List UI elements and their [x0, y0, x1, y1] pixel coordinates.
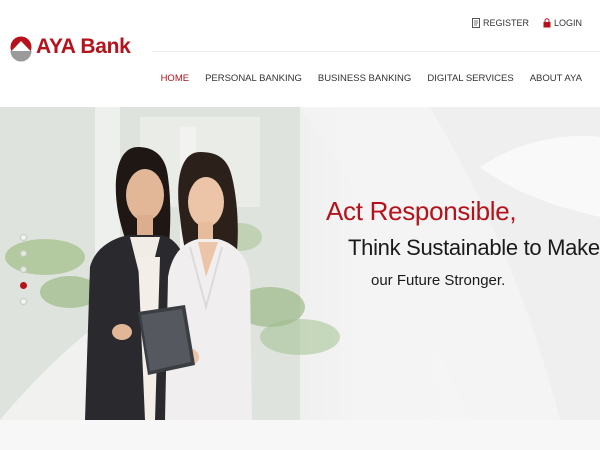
- aya-logo-icon: [10, 36, 32, 62]
- register-link[interactable]: REGISTER: [471, 18, 529, 28]
- tablet-device: [138, 305, 195, 375]
- below-hero-strip: [0, 420, 600, 450]
- site-header: AYA Bank REGISTER LOGIN HOME PERSONAL BA…: [0, 0, 600, 107]
- register-icon: [471, 18, 480, 28]
- brand-name: AYA Bank: [36, 35, 131, 58]
- main-nav: HOME PERSONAL BANKING BUSINESS BANKING D…: [161, 73, 582, 84]
- hero-headline-1: Act Responsible,: [326, 196, 517, 226]
- hero-headline-3: our Future Stronger.: [371, 272, 506, 289]
- header-divider: [152, 51, 600, 52]
- utility-links: REGISTER LOGIN: [471, 18, 582, 28]
- nav-home[interactable]: HOME: [161, 73, 190, 84]
- slide-indicators: [20, 234, 27, 305]
- nav-digital-services[interactable]: DIGITAL SERVICES: [427, 73, 513, 84]
- slide-dot-3[interactable]: [20, 266, 27, 273]
- nav-about-aya[interactable]: ABOUT AYA: [530, 73, 582, 84]
- login-label: LOGIN: [553, 18, 582, 28]
- brand-logo[interactable]: AYA Bank: [10, 30, 131, 64]
- hero-banner[interactable]: Act Responsible, Think Sustainable to Ma…: [0, 107, 600, 420]
- lock-icon: [543, 18, 551, 28]
- hero-headline-2: Think Sustainable to Make: [348, 235, 600, 260]
- login-link[interactable]: LOGIN: [543, 18, 582, 28]
- register-label: REGISTER: [482, 18, 529, 28]
- nav-personal-banking[interactable]: PERSONAL BANKING: [205, 73, 302, 84]
- slide-dot-5[interactable]: [20, 298, 27, 305]
- slide-dot-4[interactable]: [20, 282, 27, 289]
- slide-dot-2[interactable]: [20, 250, 27, 257]
- hero-image: [0, 107, 600, 420]
- slide-dot-1[interactable]: [20, 234, 27, 241]
- nav-business-banking[interactable]: BUSINESS BANKING: [318, 73, 411, 84]
